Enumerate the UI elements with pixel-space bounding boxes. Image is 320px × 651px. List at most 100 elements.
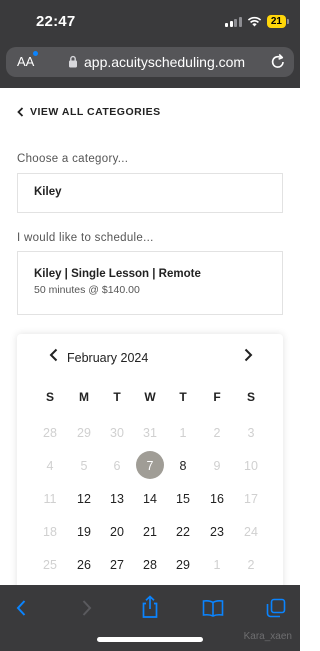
next-month-button[interactable] <box>243 348 253 367</box>
calendar-day: 1 <box>200 552 234 578</box>
calendar-day-number: 18 <box>43 525 57 539</box>
chevron-right-icon <box>244 348 253 362</box>
calendar-day: 28 <box>33 420 67 446</box>
calendar-day-number: 11 <box>43 492 57 506</box>
calendar-day[interactable]: 19 <box>67 519 101 545</box>
calendar-day-number: 1 <box>179 426 187 440</box>
calendar-day: 10 <box>234 453 268 479</box>
appointment-type-card[interactable]: Kiley | Single Lesson | Remote 50 minute… <box>17 251 283 315</box>
category-label: Choose a category... <box>17 153 129 165</box>
calendar-day[interactable]: 23 <box>200 519 234 545</box>
calendar-day[interactable]: 22 <box>166 519 200 545</box>
bookmarks-icon[interactable] <box>202 599 224 622</box>
calendar-day: 31 <box>133 420 167 446</box>
calendar: February 2024 SMTWTFS 28 29 30 31 1 2 3 4 5 6 7 8 9 1… <box>17 334 283 585</box>
calendar-day-number: 8 <box>179 459 187 473</box>
calendar-day-number: 24 <box>244 525 258 539</box>
back-arrow-icon[interactable] <box>14 598 28 623</box>
reload-icon[interactable] <box>270 53 286 75</box>
calendar-day: 2 <box>234 552 268 578</box>
calendar-day: 25 <box>33 552 67 578</box>
calendar-day-number: 26 <box>77 558 91 572</box>
reader-aa-button[interactable]: AA <box>17 54 34 69</box>
calendar-day[interactable]: 15 <box>166 486 200 512</box>
weekday-label: T <box>179 390 187 404</box>
calendar-day: 2 <box>200 420 234 446</box>
appointment-name: Kiley | Single Lesson | Remote <box>34 268 201 280</box>
calendar-day-number: 13 <box>110 492 124 506</box>
calendar-day-number: 6 <box>113 459 121 473</box>
status-time: 22:47 <box>36 13 76 30</box>
calendar-day-number: 29 <box>77 426 91 440</box>
category-select[interactable]: Kiley <box>17 173 283 213</box>
calendar-day[interactable]: 16 <box>200 486 234 512</box>
battery-icon: 21 <box>266 14 290 28</box>
share-icon[interactable] <box>140 595 160 624</box>
weekday-label: W <box>144 390 156 404</box>
calendar-day: 4 <box>33 453 67 479</box>
weekday-label: F <box>213 390 221 404</box>
watermark: Kara_xaen <box>243 631 292 642</box>
calendar-day-number: 12 <box>77 492 91 506</box>
calendar-day-selected[interactable]: 7 <box>133 451 167 479</box>
calendar-day-number: 2 <box>247 558 255 572</box>
view-all-categories-label: VIEW ALL CATEGORIES <box>30 106 161 118</box>
calendar-day[interactable]: 29 <box>166 552 200 578</box>
calendar-day: 30 <box>100 420 134 446</box>
calendar-day: 5 <box>67 453 101 479</box>
calendar-header: February 2024 <box>17 348 283 368</box>
weekday-label: S <box>246 390 255 404</box>
calendar-day-number: 20 <box>110 525 124 539</box>
calendar-day-number: 2 <box>213 426 221 440</box>
calendar-day: 18 <box>33 519 67 545</box>
forward-arrow-icon[interactable] <box>80 598 94 623</box>
calendar-day-number: 15 <box>176 492 190 506</box>
calendar-day[interactable]: 28 <box>133 552 167 578</box>
calendar-day: 9 <box>200 453 234 479</box>
calendar-day-number: 1 <box>213 558 221 572</box>
category-value: Kiley <box>34 186 62 198</box>
lock-icon <box>68 55 78 73</box>
calendar-day-number: 14 <box>143 492 157 506</box>
appointment-detail: 50 minutes @ $140.00 <box>34 284 140 296</box>
calendar-day[interactable]: 8 <box>166 453 200 479</box>
view-all-categories-link[interactable]: VIEW ALL CATEGORIES <box>17 106 161 118</box>
url-text[interactable]: app.acuityscheduling.com <box>84 54 245 70</box>
calendar-day-number: 3 <box>247 426 255 440</box>
calendar-day-number: 28 <box>43 426 57 440</box>
home-indicator <box>97 637 203 642</box>
schedule-label: I would like to schedule... <box>17 232 154 244</box>
prev-month-button[interactable] <box>49 348 59 367</box>
calendar-day-number: 16 <box>210 492 224 506</box>
chevron-left-icon <box>49 348 58 362</box>
calendar-day[interactable]: 26 <box>67 552 101 578</box>
calendar-day: 6 <box>100 453 134 479</box>
page-content: VIEW ALL CATEGORIES Choose a category...… <box>0 88 300 585</box>
calendar-day: 11 <box>33 486 67 512</box>
month-title: February 2024 <box>67 351 149 365</box>
calendar-day-number: 27 <box>110 558 124 572</box>
tabs-icon[interactable] <box>266 598 286 623</box>
calendar-day-number: 17 <box>244 492 258 506</box>
calendar-day[interactable]: 21 <box>133 519 167 545</box>
calendar-day-number: 31 <box>143 426 157 440</box>
calendar-day[interactable]: 27 <box>100 552 134 578</box>
calendar-day-number: 25 <box>43 558 57 572</box>
calendar-day: 17 <box>234 486 268 512</box>
calendar-day-number: 4 <box>46 459 54 473</box>
calendar-day-number: 28 <box>143 558 157 572</box>
calendar-day-number: 19 <box>77 525 91 539</box>
calendar-day: 24 <box>234 519 268 545</box>
calendar-day[interactable]: 12 <box>67 486 101 512</box>
calendar-day[interactable]: 20 <box>100 519 134 545</box>
calendar-day: 29 <box>67 420 101 446</box>
calendar-day-number: 10 <box>244 459 258 473</box>
wifi-icon <box>247 16 262 27</box>
calendar-day-number: 9 <box>213 459 221 473</box>
address-bar[interactable]: AA app.acuityscheduling.com <box>6 47 294 77</box>
cellular-signal-icon <box>225 16 242 27</box>
calendar-day[interactable]: 14 <box>133 486 167 512</box>
calendar-day[interactable]: 13 <box>100 486 134 512</box>
calendar-day-number: 22 <box>176 525 190 539</box>
calendar-day: 3 <box>234 420 268 446</box>
